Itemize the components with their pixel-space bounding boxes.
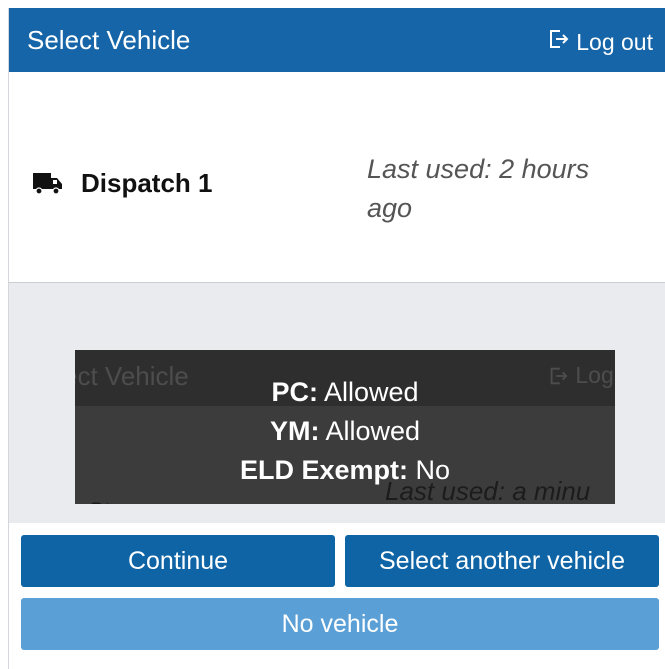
vehicle-info-tooltip: ect Vehicle Log Last used: a minu Ct PC:… xyxy=(75,350,615,504)
no-vehicle-button[interactable]: No vehicle xyxy=(21,598,659,650)
vehicle-card[interactable]: Dispatch 1 Last used: 2 hours ago xyxy=(9,72,665,283)
ym-value: Allowed xyxy=(325,416,421,446)
select-another-vehicle-button[interactable]: Select another vehicle xyxy=(345,535,659,587)
header-bar: Select Vehicle Log out xyxy=(9,8,665,72)
select-vehicle-window: Select Vehicle Log out Dispatch 1 Last u… xyxy=(8,8,665,669)
vehicle-name: Dispatch 1 xyxy=(81,168,213,198)
tooltip-line-pc: PC: Allowed xyxy=(75,373,615,412)
tooltip-line-ym: YM: Allowed xyxy=(75,412,615,451)
pc-key: PC: xyxy=(271,377,318,407)
tooltip-line-eld: ELD Exempt: No xyxy=(75,451,615,490)
action-panel: Continue Select another vehicle No vehic… xyxy=(9,523,665,669)
logout-button[interactable]: Log out xyxy=(546,27,653,57)
ghost-name: Ct xyxy=(87,498,111,504)
eld-exempt-value: No xyxy=(415,455,451,485)
last-used-text: Last used: 2 hours ago xyxy=(367,154,590,223)
pc-value: Allowed xyxy=(323,377,419,407)
sign-out-icon xyxy=(546,27,570,57)
page-title: Select Vehicle xyxy=(27,25,191,55)
continue-button[interactable]: Continue xyxy=(21,535,335,587)
eld-exempt-key: ELD Exempt: xyxy=(239,455,408,485)
truck-icon xyxy=(32,171,64,195)
logout-label: Log out xyxy=(576,28,653,55)
ym-key: YM: xyxy=(269,416,320,446)
tooltip-lines: PC: Allowed YM: Allowed ELD Exempt: No xyxy=(75,373,615,490)
